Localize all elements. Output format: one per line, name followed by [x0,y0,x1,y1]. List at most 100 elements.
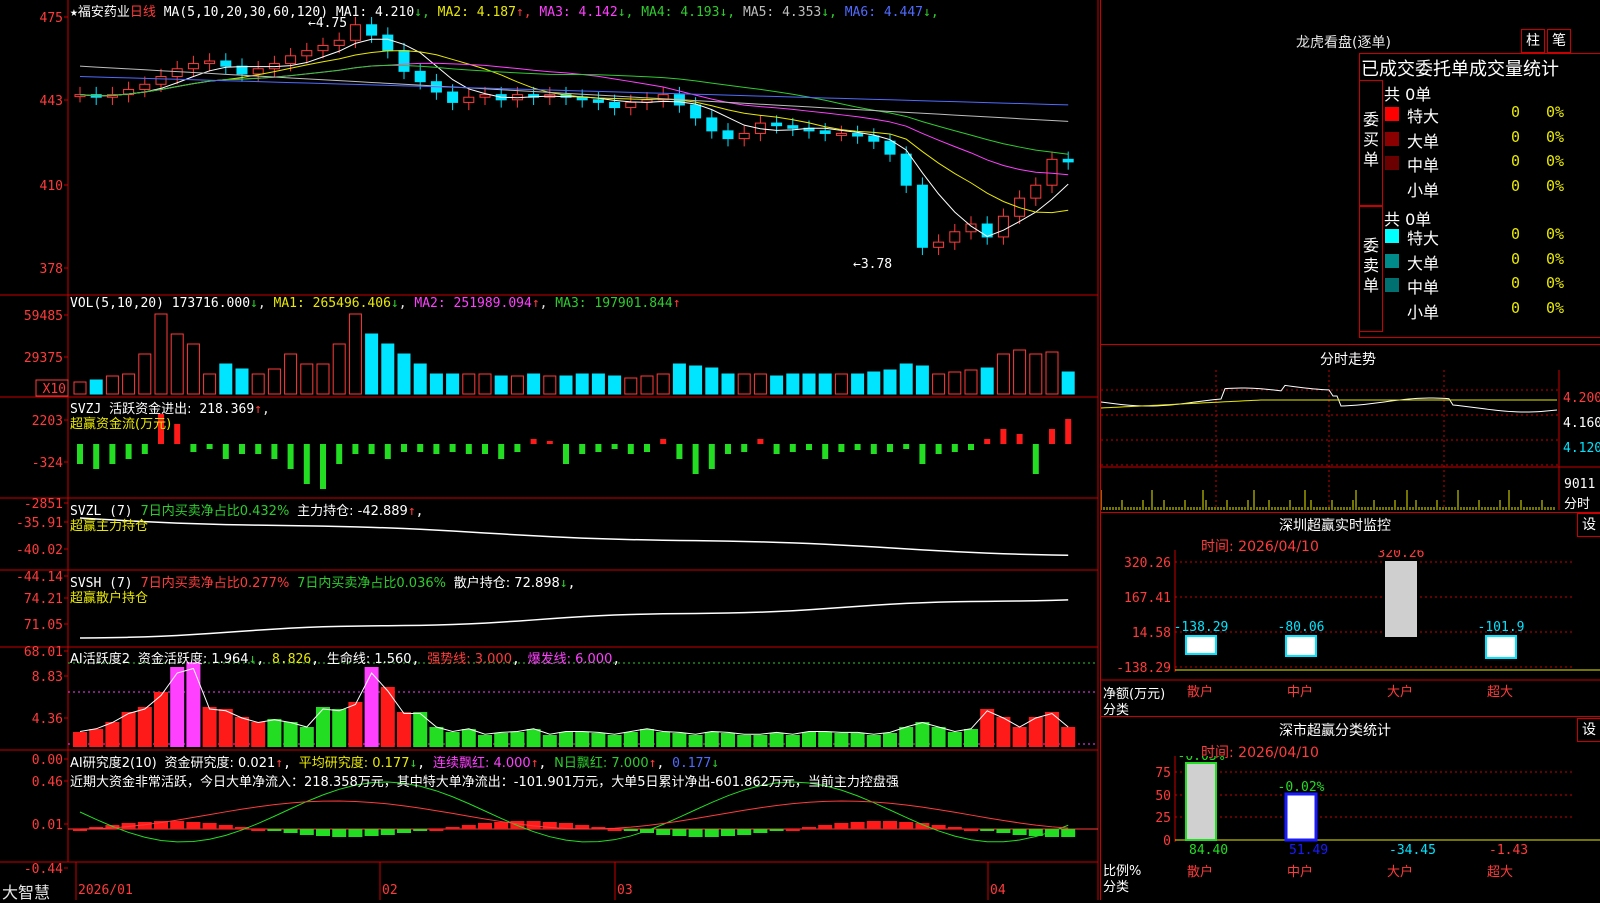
favorite-star-icon[interactable]: ★ [70,5,78,20]
ai1-bar [542,735,557,747]
ai2-bar [656,829,671,835]
order-count: 0 [1511,152,1521,170]
period-label[interactable]: 日线 [130,5,156,20]
order-count: 0 [1511,298,1521,317]
vol-bar [170,333,184,395]
order-size-label: 中单 [1407,156,1440,175]
svzj-bar [271,444,278,459]
svzj-bar [206,444,213,449]
sz-monitor-chart[interactable]: 320.26167.4114.58-138.29-138.29 -80.06320… [1101,550,1600,720]
ai1-bar [915,722,930,747]
sz1-value-1: -80.06 [1278,620,1325,635]
svzj-bar [174,424,181,444]
sz-class-settings-button[interactable]: 设 [1577,718,1600,742]
intraday-title[interactable]: 分时走势 [1320,349,1376,369]
ai2-arrow-c: ↑ [530,756,539,771]
vol-bar [1013,349,1027,395]
ai1-sep3: , [411,652,420,667]
ai1-bar [656,732,671,747]
tick-view-button[interactable]: 笔 [1547,29,1571,53]
ai1-tail: , [612,652,621,667]
vol-bar [154,313,168,395]
fund-summary-text: 近期大资金非常活跃，今日大单净流入：218.358万元，其中特大单净流出：-10… [70,775,899,790]
ai2-sep1: , [283,756,291,771]
x-axis-label-1: 02 [382,883,398,898]
candle-body [220,60,232,67]
svzj-bar [433,444,440,454]
ai2-sep2: , [417,756,426,771]
sz-class-chart[interactable]: 75 50 25 0 -0.03% -0.02% 84.40 51.49 -34.45 -1.43… [1101,756,1600,900]
ai2-bar [202,823,217,829]
ai1-bar [1028,717,1043,747]
svzj-bar [806,444,812,450]
x-axis-label-3: 04 [990,883,1006,898]
sz1-cat-3: 超大 [1487,685,1513,700]
candle-body [382,34,394,52]
ma-item-4: MA4: 4.193 [641,5,720,20]
svsh-t2: 7日内买卖净占比0.036% [297,576,446,591]
sz2-bar-0 [1185,762,1217,841]
ai2-bar [818,825,833,829]
stock-name[interactable]: 福安药业 [78,5,130,20]
ma-line-3 [79,64,1069,155]
vol-bar [122,373,136,395]
sz2-cat-2: 大户 [1387,864,1413,880]
sz-monitor-settings-button[interactable]: 设 [1577,513,1600,537]
ai2-axis-tick-0: 0.46 [32,775,63,790]
legend-swatch-1 [1385,253,1399,268]
vol-bar [672,363,686,395]
fs-price-line [1101,384,1558,413]
chart-area[interactable]: 475 443 410 378 59485 29375 2203 -324 -2851 -35.9… [0,0,1100,902]
legend-swatch-0 [1385,107,1399,121]
candle-body [398,50,410,72]
vol-bar [608,375,622,395]
vol-bar [527,373,541,395]
ai2-research: 资金研究度: 0.021 [164,756,276,771]
sz2-value-1: 51.49 [1289,843,1328,858]
candle-body [819,130,831,134]
ai1-b: 8.826 [272,652,312,667]
ai1-burst: 爆发线: 6.000 [527,652,613,667]
ai2-bar [1061,829,1076,837]
candle-body [285,55,297,65]
vol-bar [203,373,217,395]
sz2-bar-1 [1284,792,1318,842]
sz1-value-0: -138.29 [1174,620,1229,635]
svsh-tail: , [567,576,576,591]
ai2-bar [964,829,978,831]
bar-view-button[interactable]: 柱 [1521,29,1545,53]
candle-body [366,24,378,36]
svzj-bar [627,444,634,454]
vol-bar [429,373,443,395]
svzj-bar [546,441,553,444]
candle-body [900,153,912,186]
divider [1101,344,1600,345]
svzj-bar [676,444,683,459]
ai1-axis-tick-0: 8.83 [32,670,63,685]
order-stats-title: 已成交委托单成交量统计 [1361,59,1559,80]
svzj-bar [482,444,488,454]
ai1-bar [575,732,590,747]
order-size-label: 中单 [1407,278,1440,297]
ai1-bar [397,712,411,747]
ai2-bar [478,823,492,829]
svzj-bar [854,444,861,450]
x-axis-label-0: 2026/01 [78,883,133,898]
ai2-sep4: , [656,756,665,771]
vol-params: VOL(5,10,20) [70,296,164,311]
candle-body [1062,158,1074,163]
ai1-bar [510,732,525,747]
svzl-axis-tick-2: -44.14 [16,570,63,585]
order-size-label: 大单 [1407,253,1440,273]
ai1-bar [478,735,492,747]
vol-value: 173716.000 [171,296,251,311]
intraday-chart[interactable] [1101,370,1600,510]
ai1-bar [105,722,120,747]
svzj-bar [125,444,132,459]
ai2-bar [186,822,201,829]
vol-bar [1061,371,1075,395]
sz1-bar-1 [1285,635,1317,657]
sz1-cat-1: 中户 [1287,684,1313,700]
ai1-bar [769,733,784,747]
sz1-value-2: 320.26 [1378,550,1425,561]
